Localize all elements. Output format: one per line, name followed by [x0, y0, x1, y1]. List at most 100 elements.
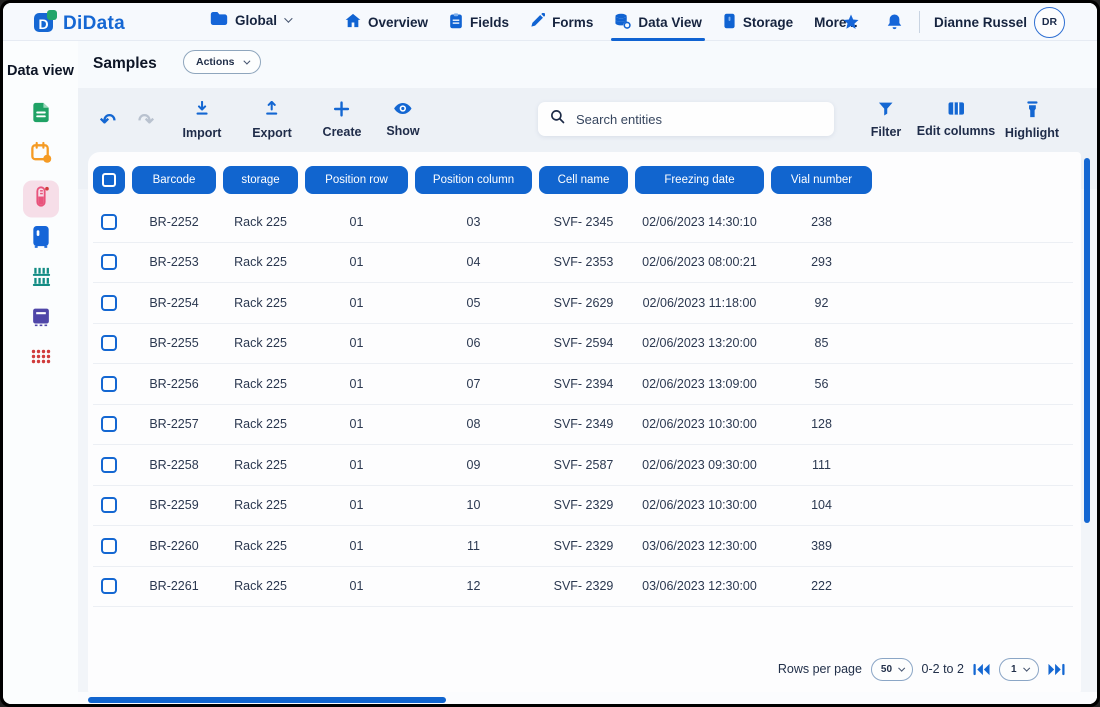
bell-icon[interactable]	[885, 12, 905, 32]
cell-position-row: 01	[305, 296, 408, 310]
nav-item-label: Storage	[743, 15, 793, 30]
search-input[interactable]	[576, 112, 822, 127]
cell-cell-name: SVF- 2353	[539, 255, 628, 269]
star-icon[interactable]	[841, 12, 861, 32]
logo-icon: D	[33, 9, 58, 39]
row-checkbox[interactable]	[101, 497, 117, 513]
calendar-icon	[29, 141, 52, 169]
page-header: Samples Actions	[78, 41, 1097, 88]
column-header-freezing-date[interactable]: Freezing date	[635, 166, 764, 194]
show-label: Show	[386, 124, 419, 138]
sidebar-item-calendar[interactable]	[29, 141, 52, 169]
show-button[interactable]: Show	[386, 101, 419, 138]
import-button[interactable]: Import	[183, 101, 222, 140]
table-row: BR-2260Rack 2250111SVF- 232903/06/2023 1…	[93, 526, 1073, 567]
row-checkbox[interactable]	[101, 538, 117, 554]
column-header-position-row[interactable]: Position row	[305, 166, 408, 194]
vertical-scrollbar[interactable]	[1084, 158, 1090, 523]
avatar[interactable]: DR	[1034, 7, 1065, 38]
undo-button[interactable]: ↶	[100, 112, 116, 131]
sidebar-item-documents[interactable]	[29, 101, 52, 129]
rows-per-page-select[interactable]: 50	[871, 658, 913, 681]
nav-item-data-view[interactable]: Data View	[614, 3, 702, 41]
row-checkbox[interactable]	[101, 416, 117, 432]
sidebar-item-freezer[interactable]	[31, 225, 51, 253]
row-checkbox[interactable]	[101, 335, 117, 351]
sidebar-item-samples[interactable]	[23, 181, 59, 218]
table-row: BR-2261Rack 2250112SVF- 232903/06/2023 1…	[93, 567, 1073, 608]
actions-button[interactable]: Actions	[183, 50, 261, 74]
filter-button[interactable]: Filter	[871, 101, 902, 139]
sidebar-item-boxes[interactable]	[30, 306, 51, 332]
cell-cell-name: SVF- 2329	[539, 498, 628, 512]
row-checkbox[interactable]	[101, 457, 117, 473]
last-page-button[interactable]	[1048, 663, 1065, 676]
page-title: Samples	[93, 55, 157, 73]
column-header-barcode[interactable]: Barcode	[132, 166, 216, 194]
export-button[interactable]: Export	[252, 101, 292, 140]
table-row: BR-2258Rack 2250109SVF- 258702/06/2023 0…	[93, 445, 1073, 486]
select-all-checkbox[interactable]	[102, 173, 116, 187]
row-checkbox[interactable]	[101, 214, 117, 230]
cell-storage: Rack 225	[223, 215, 298, 229]
cell-cell-name: SVF- 2329	[539, 579, 628, 593]
sidebar-item-plates[interactable]	[31, 349, 51, 369]
column-header-storage[interactable]: storage	[223, 166, 298, 194]
cell-vial-number: 389	[771, 539, 872, 553]
import-label: Import	[183, 126, 222, 140]
create-button[interactable]: Create	[323, 101, 362, 139]
cell-cell-name: SVF- 2394	[539, 377, 628, 391]
cell-storage: Rack 225	[223, 417, 298, 431]
checkbox-cell	[93, 295, 125, 311]
checkbox-cell	[93, 376, 125, 392]
nav-item-fields[interactable]: Fields	[449, 3, 509, 41]
cell-storage: Rack 225	[223, 539, 298, 553]
column-header-vial-number[interactable]: Vial number	[771, 166, 872, 194]
cell-cell-name: SVF- 2629	[539, 296, 628, 310]
nav-item-label: Forms	[552, 15, 593, 30]
row-checkbox[interactable]	[101, 295, 117, 311]
archive-box-icon	[30, 306, 51, 332]
column-header-position-column[interactable]: Position column	[415, 166, 532, 194]
range-label: 0-2 to 2	[922, 662, 964, 676]
cell-storage: Rack 225	[223, 377, 298, 391]
cell-cell-name: SVF- 2594	[539, 336, 628, 350]
columns-icon	[947, 101, 964, 121]
cell-vial-number: 56	[771, 377, 872, 391]
row-checkbox[interactable]	[101, 376, 117, 392]
table-row: BR-2259Rack 2250110SVF- 232902/06/2023 1…	[93, 486, 1073, 527]
page-value: 1	[1011, 664, 1017, 675]
workspace-label: Global	[235, 13, 277, 28]
page-select[interactable]: 1	[999, 658, 1039, 681]
highlight-button[interactable]: Highlight	[1005, 101, 1059, 140]
nav-item-forms[interactable]: Forms	[530, 3, 593, 41]
workspace-selector[interactable]: Global	[210, 11, 290, 29]
logo[interactable]: D DiData	[33, 9, 125, 39]
user-name[interactable]: Dianne Russel	[934, 15, 1027, 30]
search-icon	[550, 109, 565, 129]
screen: D DiData Global Overview	[3, 3, 1097, 704]
rows-per-page-value: 50	[881, 664, 892, 675]
redo-button[interactable]: ↷	[138, 112, 154, 131]
row-checkbox[interactable]	[101, 578, 117, 594]
select-all-header[interactable]	[93, 166, 125, 194]
row-checkbox[interactable]	[101, 254, 117, 270]
edit-columns-button[interactable]: Edit columns	[917, 101, 995, 138]
nav-item-storage[interactable]: Storage	[723, 3, 793, 41]
export-icon	[264, 101, 281, 123]
sidebar: Data view	[3, 41, 78, 704]
nav-item-overview[interactable]: Overview	[345, 3, 428, 41]
search-box[interactable]	[538, 102, 834, 136]
column-header-cell-name[interactable]: Cell name	[539, 166, 628, 194]
cell-freezing-date: 02/06/2023 14:30:10	[635, 215, 764, 229]
main-content: Samples Actions ↶ ↷ Import Export	[78, 41, 1097, 704]
sidebar-item-racks[interactable]	[29, 265, 52, 293]
horizontal-scrollbar[interactable]	[88, 697, 446, 703]
cell-vial-number: 85	[771, 336, 872, 350]
cell-position-row: 01	[305, 255, 408, 269]
first-page-button[interactable]	[973, 663, 990, 676]
cell-barcode: BR-2259	[132, 498, 216, 512]
cell-position-row: 01	[305, 498, 408, 512]
cell-vial-number: 104	[771, 498, 872, 512]
table-row: BR-2256Rack 2250107SVF- 239402/06/2023 1…	[93, 364, 1073, 405]
